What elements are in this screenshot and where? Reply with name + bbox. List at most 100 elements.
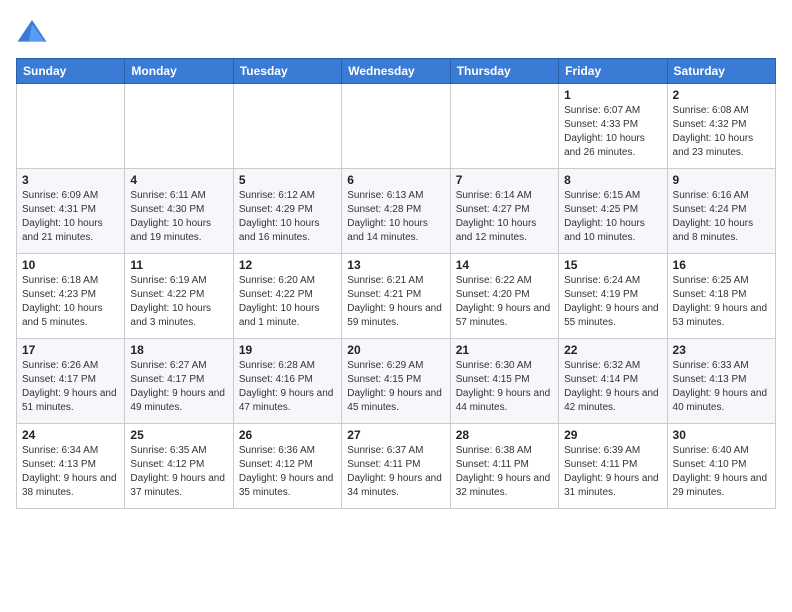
day-number: 20: [347, 343, 444, 357]
calendar-cell: 26 Sunrise: 6:36 AM Sunset: 4:12 PM Dayli…: [233, 424, 341, 509]
day-number: 24: [22, 428, 119, 442]
day-number: 14: [456, 258, 553, 272]
day-info: Sunrise: 6:25 AM Sunset: 4:18 PM Dayligh…: [673, 274, 770, 330]
day-info: Sunrise: 6:27 AM Sunset: 4:17 PM Dayligh…: [130, 359, 227, 415]
day-number: 30: [673, 428, 770, 442]
day-number: 8: [564, 173, 661, 187]
calendar-day-header: Saturday: [667, 59, 775, 84]
calendar-cell: 4 Sunrise: 6:11 AM Sunset: 4:30 PM Daylig…: [125, 169, 233, 254]
calendar-cell: [233, 84, 341, 169]
calendar-table: SundayMondayTuesdayWednesdayThursdayFrid…: [16, 58, 776, 509]
day-info: Sunrise: 6:37 AM Sunset: 4:11 PM Dayligh…: [347, 444, 444, 500]
day-info: Sunrise: 6:35 AM Sunset: 4:12 PM Dayligh…: [130, 444, 227, 500]
calendar-day-header: Sunday: [17, 59, 125, 84]
day-number: 3: [22, 173, 119, 187]
calendar-cell: 12 Sunrise: 6:20 AM Sunset: 4:22 PM Dayli…: [233, 254, 341, 339]
day-number: 2: [673, 88, 770, 102]
calendar-week-row: 3 Sunrise: 6:09 AM Sunset: 4:31 PM Daylig…: [17, 169, 776, 254]
calendar-day-header: Wednesday: [342, 59, 450, 84]
calendar-cell: 9 Sunrise: 6:16 AM Sunset: 4:24 PM Daylig…: [667, 169, 775, 254]
day-number: 9: [673, 173, 770, 187]
day-info: Sunrise: 6:32 AM Sunset: 4:14 PM Dayligh…: [564, 359, 661, 415]
calendar-cell: 2 Sunrise: 6:08 AM Sunset: 4:32 PM Daylig…: [667, 84, 775, 169]
day-number: 22: [564, 343, 661, 357]
calendar-cell: 6Sunrise: 6:13 AM Sunset: 4:28 PM Daylig…: [342, 169, 450, 254]
day-info: Sunrise: 6:40 AM Sunset: 4:10 PM Dayligh…: [673, 444, 770, 500]
day-number: 18: [130, 343, 227, 357]
day-number: 27: [347, 428, 444, 442]
day-number: 15: [564, 258, 661, 272]
calendar-cell: [342, 84, 450, 169]
calendar-day-header: Thursday: [450, 59, 558, 84]
calendar-cell: 16 Sunrise: 6:25 AM Sunset: 4:18 PM Dayli…: [667, 254, 775, 339]
day-number: 16: [673, 258, 770, 272]
calendar-week-row: 10Sunrise: 6:18 AM Sunset: 4:23 PM Dayli…: [17, 254, 776, 339]
day-info: Sunrise: 6:18 AM Sunset: 4:23 PM Dayligh…: [22, 274, 119, 330]
day-number: 12: [239, 258, 336, 272]
calendar-day-header: Tuesday: [233, 59, 341, 84]
day-number: 26: [239, 428, 336, 442]
day-info: Sunrise: 6:07 AM Sunset: 4:33 PM Dayligh…: [564, 104, 661, 160]
day-number: 11: [130, 258, 227, 272]
calendar-cell: 24 Sunrise: 6:34 AM Sunset: 4:13 PM Dayli…: [17, 424, 125, 509]
day-info: Sunrise: 6:39 AM Sunset: 4:11 PM Dayligh…: [564, 444, 661, 500]
day-number: 25: [130, 428, 227, 442]
day-number: 5: [239, 173, 336, 187]
day-info: Sunrise: 6:12 AM Sunset: 4:29 PM Dayligh…: [239, 189, 336, 245]
day-info: Sunrise: 6:13 AM Sunset: 4:28 PM Dayligh…: [347, 189, 444, 245]
day-info: Sunrise: 6:15 AM Sunset: 4:25 PM Dayligh…: [564, 189, 661, 245]
day-number: 19: [239, 343, 336, 357]
calendar-cell: 18 Sunrise: 6:27 AM Sunset: 4:17 PM Dayli…: [125, 339, 233, 424]
day-number: 28: [456, 428, 553, 442]
logo-icon: [16, 16, 48, 48]
calendar-cell: 28Sunrise: 6:38 AM Sunset: 4:11 PM Dayli…: [450, 424, 558, 509]
calendar-week-row: 1 Sunrise: 6:07 AM Sunset: 4:33 PM Daylig…: [17, 84, 776, 169]
day-info: Sunrise: 6:24 AM Sunset: 4:19 PM Dayligh…: [564, 274, 661, 330]
day-info: Sunrise: 6:16 AM Sunset: 4:24 PM Dayligh…: [673, 189, 770, 245]
day-number: 29: [564, 428, 661, 442]
calendar-cell: [125, 84, 233, 169]
calendar-week-row: 17Sunrise: 6:26 AM Sunset: 4:17 PM Dayli…: [17, 339, 776, 424]
calendar-cell: 1 Sunrise: 6:07 AM Sunset: 4:33 PM Daylig…: [559, 84, 667, 169]
calendar-cell: 30 Sunrise: 6:40 AM Sunset: 4:10 PM Dayli…: [667, 424, 775, 509]
day-number: 4: [130, 173, 227, 187]
calendar-cell: [17, 84, 125, 169]
calendar-header-row: SundayMondayTuesdayWednesdayThursdayFrid…: [17, 59, 776, 84]
day-info: Sunrise: 6:09 AM Sunset: 4:31 PM Dayligh…: [22, 189, 119, 245]
day-info: Sunrise: 6:30 AM Sunset: 4:15 PM Dayligh…: [456, 359, 553, 415]
day-info: Sunrise: 6:08 AM Sunset: 4:32 PM Dayligh…: [673, 104, 770, 160]
day-info: Sunrise: 6:20 AM Sunset: 4:22 PM Dayligh…: [239, 274, 336, 330]
day-info: Sunrise: 6:29 AM Sunset: 4:15 PM Dayligh…: [347, 359, 444, 415]
calendar-cell: 22 Sunrise: 6:32 AM Sunset: 4:14 PM Dayli…: [559, 339, 667, 424]
calendar-cell: 13 Sunrise: 6:21 AM Sunset: 4:21 PM Dayli…: [342, 254, 450, 339]
calendar-cell: 29 Sunrise: 6:39 AM Sunset: 4:11 PM Dayli…: [559, 424, 667, 509]
day-info: Sunrise: 6:11 AM Sunset: 4:30 PM Dayligh…: [130, 189, 227, 245]
logo: [16, 16, 52, 48]
calendar-cell: 20 Sunrise: 6:29 AM Sunset: 4:15 PM Dayli…: [342, 339, 450, 424]
calendar-cell: 8 Sunrise: 6:15 AM Sunset: 4:25 PM Daylig…: [559, 169, 667, 254]
day-number: 7: [456, 173, 553, 187]
day-info: Sunrise: 6:19 AM Sunset: 4:22 PM Dayligh…: [130, 274, 227, 330]
page-header: [16, 16, 776, 48]
day-number: 23: [673, 343, 770, 357]
day-number: 21: [456, 343, 553, 357]
calendar-cell: 17Sunrise: 6:26 AM Sunset: 4:17 PM Dayli…: [17, 339, 125, 424]
day-number: 1: [564, 88, 661, 102]
calendar-cell: 23Sunrise: 6:33 AM Sunset: 4:13 PM Dayli…: [667, 339, 775, 424]
calendar-cell: 21 Sunrise: 6:30 AM Sunset: 4:15 PM Dayli…: [450, 339, 558, 424]
day-info: Sunrise: 6:34 AM Sunset: 4:13 PM Dayligh…: [22, 444, 119, 500]
calendar-week-row: 24 Sunrise: 6:34 AM Sunset: 4:13 PM Dayli…: [17, 424, 776, 509]
day-number: 17: [22, 343, 119, 357]
day-info: Sunrise: 6:36 AM Sunset: 4:12 PM Dayligh…: [239, 444, 336, 500]
calendar-cell: 27 Sunrise: 6:37 AM Sunset: 4:11 PM Dayli…: [342, 424, 450, 509]
day-info: Sunrise: 6:21 AM Sunset: 4:21 PM Dayligh…: [347, 274, 444, 330]
calendar-cell: 11 Sunrise: 6:19 AM Sunset: 4:22 PM Dayli…: [125, 254, 233, 339]
calendar-day-header: Friday: [559, 59, 667, 84]
day-info: Sunrise: 6:14 AM Sunset: 4:27 PM Dayligh…: [456, 189, 553, 245]
calendar-cell: 15 Sunrise: 6:24 AM Sunset: 4:19 PM Dayli…: [559, 254, 667, 339]
calendar-cell: 19Sunrise: 6:28 AM Sunset: 4:16 PM Dayli…: [233, 339, 341, 424]
day-info: Sunrise: 6:22 AM Sunset: 4:20 PM Dayligh…: [456, 274, 553, 330]
calendar-cell: 25 Sunrise: 6:35 AM Sunset: 4:12 PM Dayli…: [125, 424, 233, 509]
day-number: 13: [347, 258, 444, 272]
calendar-cell: [450, 84, 558, 169]
